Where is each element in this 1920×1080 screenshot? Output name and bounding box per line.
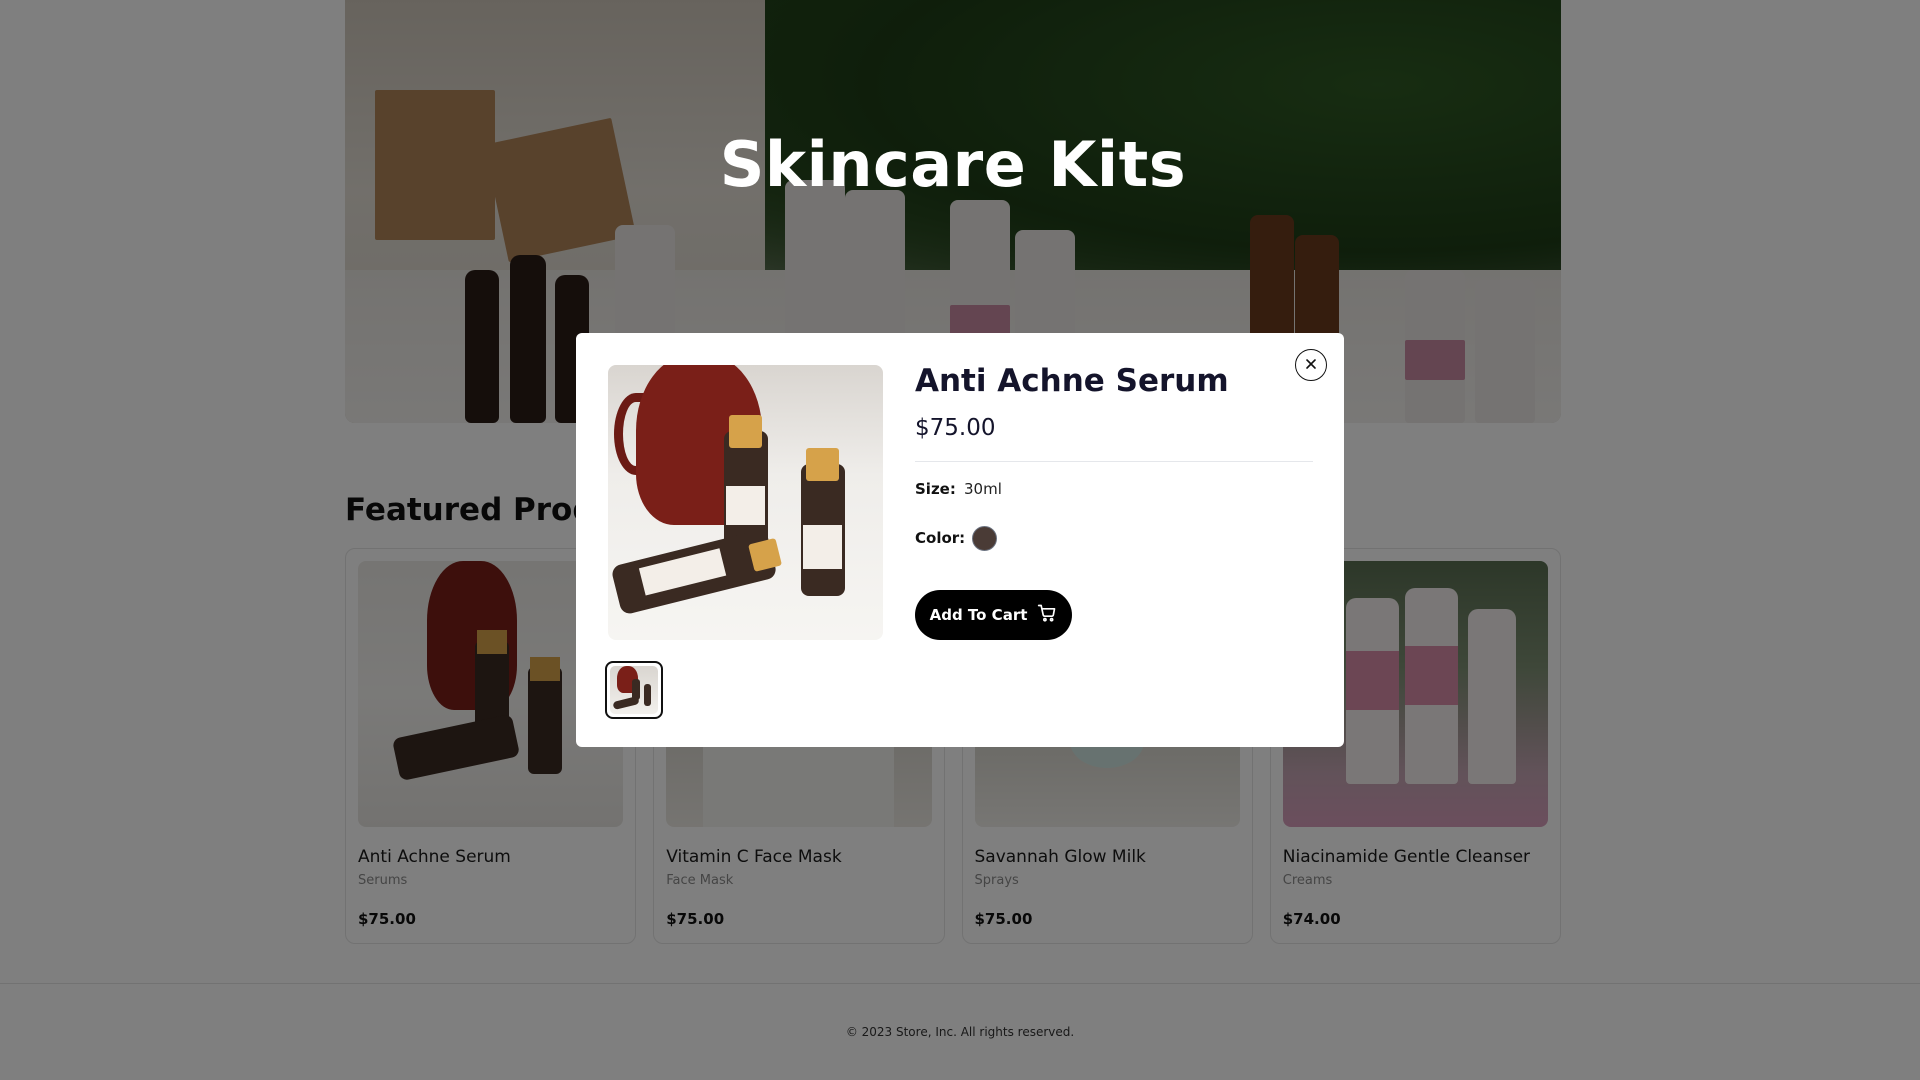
product-main-image [608, 365, 883, 640]
size-label: Size: [915, 480, 956, 498]
page: Skincare Kits Featured Products Anti Ach… [0, 0, 1920, 1080]
close-icon [1305, 358, 1317, 373]
add-to-cart-button[interactable]: Add To Cart [915, 590, 1072, 640]
size-value: 30ml [964, 480, 1002, 498]
color-swatch [972, 526, 997, 551]
color-label: Color: [915, 529, 966, 547]
modal-divider [915, 461, 1313, 462]
modal-product-price: $75.00 [915, 415, 996, 441]
hero-title: Skincare Kits [719, 128, 1187, 201]
modal-product-title: Anti Achne Serum [915, 363, 1229, 399]
quick-view-modal: Anti Achne Serum $75.00 Size: 30ml Color… [576, 333, 1344, 747]
product-thumbnail-selected[interactable] [605, 661, 663, 719]
cart-icon [1037, 603, 1057, 627]
close-button[interactable] [1295, 349, 1327, 381]
add-to-cart-label: Add To Cart [929, 606, 1028, 624]
